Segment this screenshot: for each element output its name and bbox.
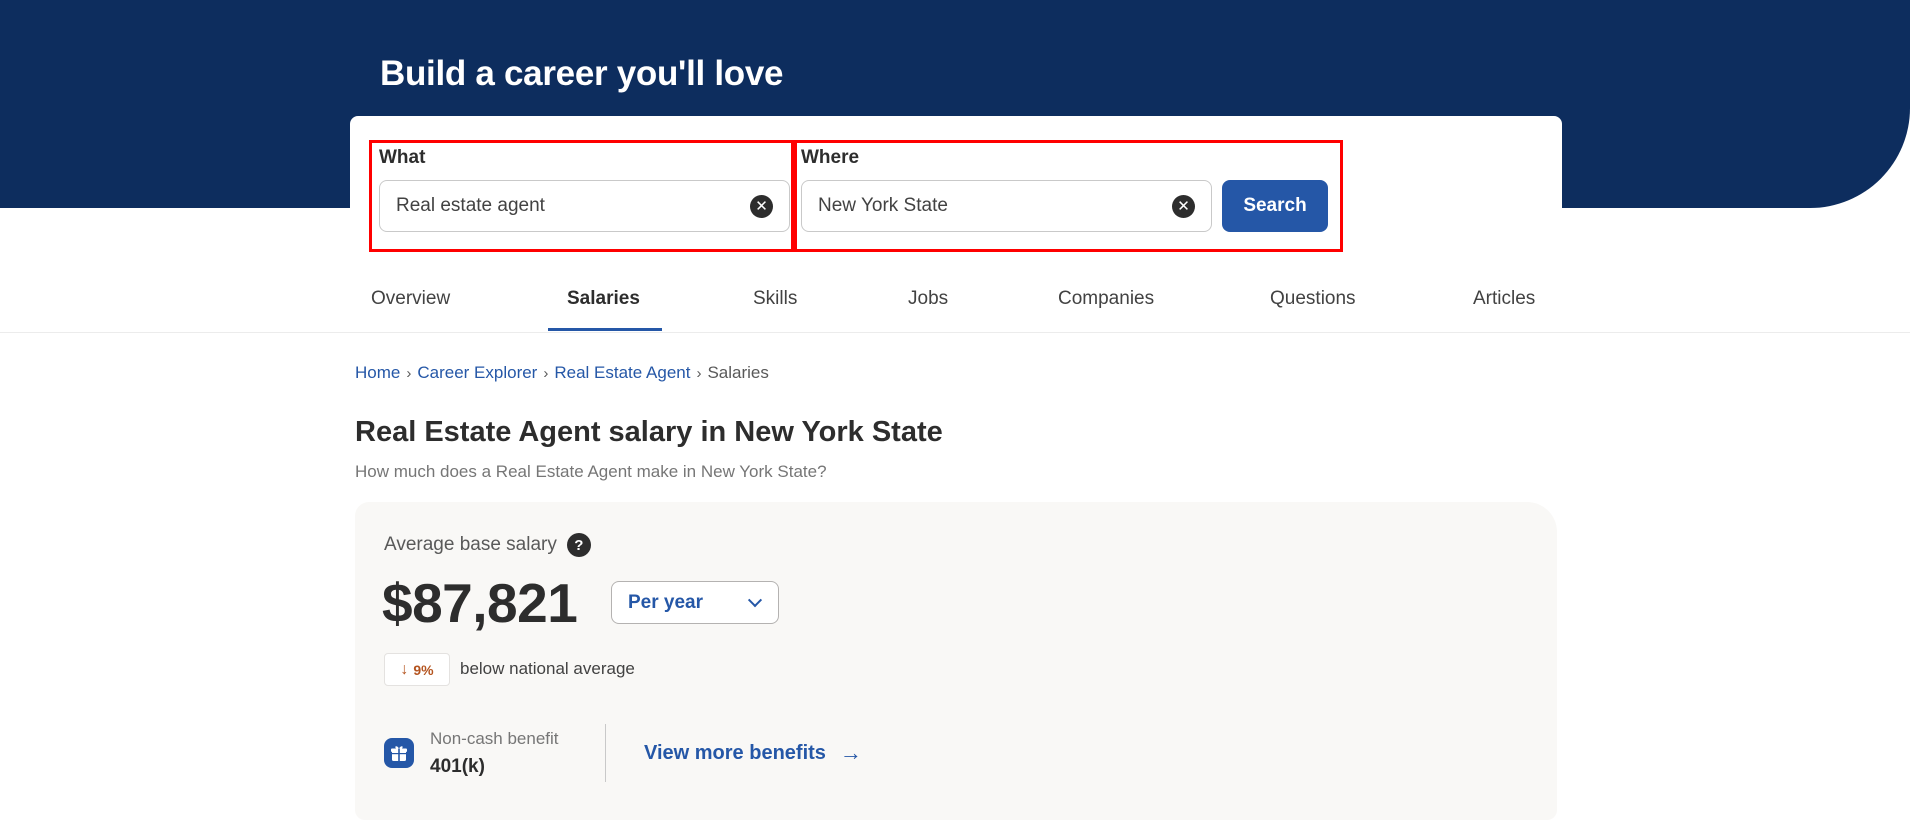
active-tab-indicator bbox=[548, 328, 662, 331]
benefit-divider bbox=[605, 724, 606, 782]
tab-salaries[interactable]: Salaries bbox=[567, 266, 640, 332]
average-salary-label: Average base salary ? bbox=[384, 533, 591, 557]
where-input[interactable] bbox=[818, 195, 1172, 217]
clear-what-icon[interactable]: ✕ bbox=[750, 194, 773, 218]
chevron-right-icon: › bbox=[406, 364, 412, 382]
page-title: Real Estate Agent salary in New York Sta… bbox=[355, 416, 943, 448]
breadcrumb-home[interactable]: Home bbox=[355, 363, 400, 383]
breadcrumb-current: Salaries bbox=[707, 363, 769, 382]
breadcrumb-real-estate-agent[interactable]: Real Estate Agent bbox=[554, 363, 690, 383]
tab-companies[interactable]: Companies bbox=[1058, 266, 1154, 332]
search-button[interactable]: Search bbox=[1222, 180, 1328, 232]
what-label: What bbox=[379, 147, 426, 168]
benefit-value: 401(k) bbox=[430, 756, 485, 777]
help-icon[interactable]: ? bbox=[566, 533, 591, 557]
diff-percent: 9% bbox=[413, 661, 434, 678]
average-salary-label-text: Average base salary bbox=[384, 534, 557, 555]
tab-overview[interactable]: Overview bbox=[371, 266, 450, 332]
arrow-right-icon: → bbox=[839, 740, 862, 765]
chevron-down-icon bbox=[747, 592, 763, 607]
breadcrumb-career-explorer[interactable]: Career Explorer bbox=[417, 363, 537, 383]
chevron-right-icon: › bbox=[543, 364, 549, 382]
page-subtitle: How much does a Real Estate Agent make i… bbox=[355, 462, 827, 481]
where-label: Where bbox=[801, 147, 860, 168]
tab-jobs[interactable]: Jobs bbox=[908, 266, 948, 332]
career-tabs: Overview Salaries Skills Jobs Companies … bbox=[0, 266, 1910, 333]
diff-description: below national average bbox=[460, 659, 635, 678]
period-select[interactable]: Per year bbox=[611, 581, 779, 624]
tab-questions[interactable]: Questions bbox=[1270, 266, 1356, 332]
view-more-benefits-link[interactable]: View more benefits → bbox=[644, 740, 862, 766]
hero-headline: Build a career you'll love bbox=[380, 54, 784, 93]
gift-icon bbox=[384, 738, 414, 768]
where-input-wrapper: ✕ bbox=[801, 180, 1212, 232]
chevron-right-icon: › bbox=[696, 364, 702, 382]
tab-articles[interactable]: Articles bbox=[1473, 266, 1535, 332]
benefit-label: Non-cash benefit bbox=[430, 729, 559, 748]
view-more-benefits-text: View more benefits bbox=[644, 741, 826, 764]
tab-skills[interactable]: Skills bbox=[753, 266, 797, 332]
arrow-down-icon: ↓ bbox=[400, 660, 409, 678]
national-diff-badge: ↓ 9% bbox=[384, 653, 450, 686]
breadcrumb: Home › Career Explorer › Real Estate Age… bbox=[355, 363, 769, 383]
period-selected-value: Per year bbox=[628, 591, 704, 613]
clear-where-icon[interactable]: ✕ bbox=[1172, 194, 1195, 218]
salary-value: $87,821 bbox=[382, 572, 578, 634]
what-input[interactable] bbox=[396, 195, 750, 217]
what-input-wrapper: ✕ bbox=[379, 180, 790, 232]
